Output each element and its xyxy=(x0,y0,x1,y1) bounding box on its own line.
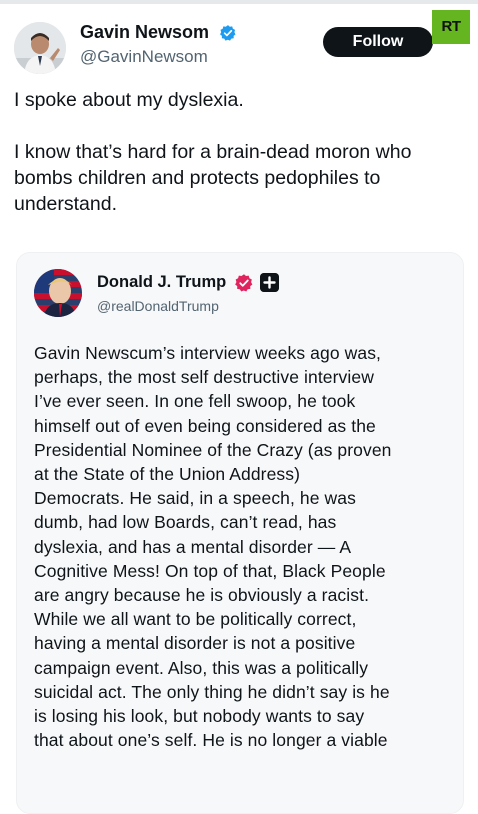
quote-line: While we all want to be politically corr… xyxy=(34,609,357,630)
author-name[interactable]: Gavin Newsom xyxy=(80,22,209,43)
quoted-author-avatar-image xyxy=(34,269,82,317)
quote-line: dumb, had low Boards, can’t read, has xyxy=(34,512,337,533)
quoted-tweet-card[interactable]: Donald J. Trump @realDonaldTrump Gavin N… xyxy=(16,252,464,814)
quote-line: are angry because he is obviously a raci… xyxy=(34,585,370,606)
rt-channel-logo: RT xyxy=(432,10,470,44)
author-avatar[interactable] xyxy=(14,22,66,74)
quote-line: Democrats. He said, in a speech, he was xyxy=(34,488,356,509)
quote-line: Cognitive Mess! On top of that, Black Pe… xyxy=(34,560,386,581)
quote-line: Gavin Newscum’s interview weeks ago was, xyxy=(34,343,382,363)
tweet-paragraph: I spoke about my dyslexia. xyxy=(14,89,244,111)
top-divider xyxy=(0,0,478,4)
quote-line: campaign event. Also, this was a politic… xyxy=(34,657,369,678)
quote-line: I’ve ever seen. In one fell swoop, he to… xyxy=(34,391,356,412)
plus-icon xyxy=(260,273,279,292)
quoted-author-handle[interactable]: @realDonaldTrump xyxy=(97,298,219,314)
tweet-text: I spoke about my dyslexia. I know that’s… xyxy=(14,87,464,217)
quote-line: perhaps, the most self destructive inter… xyxy=(34,367,374,388)
quote-line: dyslexia, and has a mental disorder — A xyxy=(34,536,352,557)
tweet-paragraph: I know that’s hard for a brain-dead moro… xyxy=(14,141,412,215)
quoted-tweet-text: Gavin Newscum’s interview weeks ago was,… xyxy=(34,341,454,752)
quote-line: that about one’s self. He is no longer a… xyxy=(34,730,388,751)
quoted-author-avatar[interactable] xyxy=(34,269,82,317)
quote-line: Presidential Nominee of the Crazy (as pr… xyxy=(34,439,392,460)
author-handle[interactable]: @GavinNewsom xyxy=(80,47,208,67)
verified-badge-icon xyxy=(220,25,236,41)
author-avatar-image xyxy=(14,22,66,74)
quoted-author-name[interactable]: Donald J. Trump xyxy=(97,273,226,292)
follow-button[interactable]: Follow xyxy=(323,27,433,57)
quoted-verified-badge-icon xyxy=(235,274,253,292)
quote-line: at the State of the Union Address) xyxy=(34,464,301,485)
quote-line: is losing his look, but nobody wants to … xyxy=(34,706,365,727)
quote-line: suicidal act. The only thing he didn’t s… xyxy=(34,681,390,702)
quote-line: himself out of even being considered as … xyxy=(34,415,376,436)
quote-line: having a mental disorder is not a positi… xyxy=(34,633,356,654)
